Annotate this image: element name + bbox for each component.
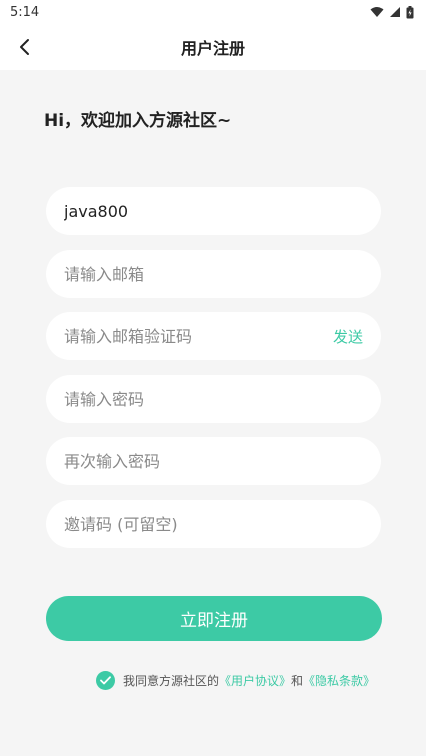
user-agreement-link[interactable]: 《用户协议》 <box>219 674 291 688</box>
verification-code-input[interactable] <box>64 326 333 346</box>
status-bar: 5:14 <box>0 0 426 24</box>
confirm-password-input[interactable] <box>64 451 363 471</box>
checkmark-icon <box>100 676 111 685</box>
invite-code-input[interactable] <box>64 514 363 534</box>
privacy-policy-link[interactable]: 《隐私条款》 <box>303 674 375 688</box>
code-field-container: 发送 <box>46 312 381 360</box>
agreement-row: 我同意方源社区的《用户协议》和《隐私条款》 <box>96 671 375 690</box>
signal-icon <box>390 7 400 17</box>
email-field-container <box>46 250 381 298</box>
agreement-checkbox[interactable] <box>96 671 115 690</box>
agreement-and: 和 <box>291 674 304 688</box>
register-button[interactable]: 立即注册 <box>46 596 382 641</box>
chevron-left-icon <box>20 39 29 55</box>
status-time: 5:14 <box>10 4 40 20</box>
invite-code-field-container <box>46 500 381 548</box>
username-field-container <box>46 187 381 235</box>
back-button[interactable] <box>10 32 40 62</box>
welcome-greeting: Hi，欢迎加入方源社区~ <box>44 111 232 131</box>
send-code-button[interactable]: 发送 <box>333 326 363 347</box>
confirm-password-field-container <box>46 437 381 485</box>
username-input[interactable] <box>64 201 363 221</box>
wifi-icon <box>370 7 384 17</box>
page-title: 用户注册 <box>180 39 245 58</box>
password-field-container <box>46 375 381 423</box>
email-input[interactable] <box>64 264 363 284</box>
agreement-prefix: 我同意方源社区的 <box>123 674 220 688</box>
password-input[interactable] <box>64 389 363 409</box>
battery-icon <box>406 5 414 18</box>
nav-bar: 用户注册 <box>0 24 426 70</box>
status-icons <box>370 5 414 19</box>
